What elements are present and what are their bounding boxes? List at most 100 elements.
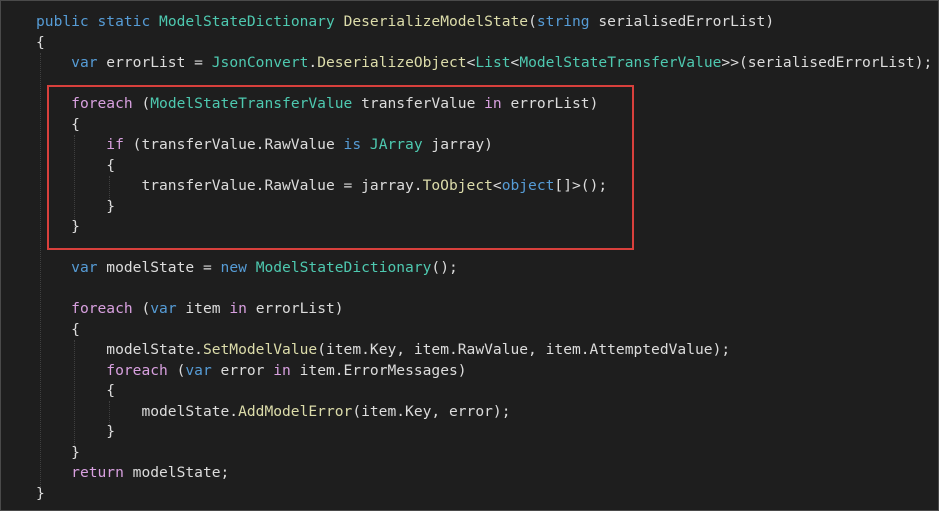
- code-token: (item.Key, error);: [352, 402, 511, 420]
- code-token: AddModelError: [238, 402, 353, 420]
- code-token: List: [475, 54, 511, 71]
- code-token: transferValue.RawValue = jarray.: [141, 177, 423, 194]
- code-token: {: [36, 33, 45, 51]
- code-token: (: [132, 95, 151, 112]
- code-token: (transferValue.RawValue: [123, 136, 344, 153]
- code-line[interactable]: }: [36, 422, 938, 443]
- code-token: modelState.: [106, 341, 203, 358]
- code-token: item: [176, 300, 230, 317]
- code-token: modelState =: [97, 259, 221, 276]
- code-line[interactable]: {: [36, 320, 938, 341]
- code-token: {: [71, 320, 80, 338]
- code-token: is: [343, 136, 362, 153]
- code-token: in: [229, 300, 247, 317]
- code-token: serialisedErrorList): [589, 13, 775, 30]
- code-token: errorList): [501, 95, 599, 112]
- code-token: DeserializeObject: [317, 54, 467, 71]
- code-token: var: [71, 54, 98, 71]
- code-token: foreach: [106, 361, 168, 379]
- code-token: modelState;: [123, 464, 230, 481]
- code-lines[interactable]: public static ModelStateDictionary Deser…: [36, 12, 938, 504]
- code-token: var: [71, 259, 98, 276]
- code-line[interactable]: }: [36, 484, 938, 505]
- code-token: object: [501, 177, 555, 194]
- code-token: }: [106, 423, 116, 440]
- code-token: string: [536, 13, 590, 30]
- code-token: DeserializeModelState: [343, 13, 529, 30]
- code-token: (: [167, 361, 186, 379]
- code-token: ModelStateTransferValue: [150, 95, 353, 112]
- code-token: []>();: [554, 177, 608, 194]
- code-line[interactable]: }: [36, 217, 938, 238]
- code-token: return: [71, 464, 124, 481]
- code-token: foreach: [71, 95, 133, 112]
- code-token: <: [492, 177, 502, 194]
- code-token: {: [106, 382, 116, 399]
- code-token: transferValue: [352, 95, 485, 112]
- code-line[interactable]: return modelState;: [36, 463, 938, 484]
- code-token: public: [36, 13, 89, 30]
- code-line[interactable]: }: [36, 197, 938, 218]
- code-line[interactable]: foreach (var item in errorList): [36, 299, 938, 320]
- code-line[interactable]: if (transferValue.RawValue is JArray jar…: [36, 135, 938, 156]
- code-line[interactable]: public static ModelStateDictionary Deser…: [36, 12, 938, 33]
- code-token: ModelStateDictionary: [255, 259, 432, 276]
- code-line[interactable]: var modelState = new ModelStateDictionar…: [36, 258, 938, 279]
- code-token: error: [211, 361, 274, 379]
- code-token: <: [510, 54, 520, 71]
- code-line[interactable]: {: [36, 115, 938, 136]
- code-line[interactable]: modelState.AddModelError(item.Key, error…: [36, 402, 938, 423]
- code-line[interactable]: foreach (ModelStateTransferValue transfe…: [36, 94, 938, 115]
- code-token: SetModelValue: [202, 341, 318, 358]
- code-token: }: [71, 218, 80, 235]
- code-token: var: [150, 300, 177, 317]
- code-token: foreach: [71, 300, 133, 317]
- code-token: item.ErrorMessages): [290, 361, 467, 379]
- code-token: {: [71, 115, 80, 133]
- code-token: JArray: [369, 136, 423, 153]
- code-token: new: [220, 259, 247, 276]
- code-token: in: [273, 361, 291, 379]
- code-line[interactable]: transferValue.RawValue = jarray.ToObject…: [36, 176, 938, 197]
- code-token: ();: [431, 259, 458, 276]
- code-line[interactable]: {: [36, 33, 938, 54]
- code-token: JsonConvert: [211, 54, 309, 71]
- code-token: ModelStateDictionary: [159, 13, 335, 30]
- code-line[interactable]: {: [36, 381, 938, 402]
- code-line[interactable]: [36, 74, 938, 95]
- code-line[interactable]: [36, 238, 938, 259]
- code-line[interactable]: var errorList = JsonConvert.DeserializeO…: [36, 53, 938, 74]
- code-token: errorList =: [97, 54, 212, 71]
- code-editor[interactable]: public static ModelStateDictionary Deser…: [0, 0, 939, 511]
- code-token: {: [106, 156, 116, 174]
- code-token: jarray): [422, 136, 493, 153]
- code-token: (: [132, 300, 151, 317]
- code-line[interactable]: }: [36, 443, 938, 464]
- code-token: modelState.: [141, 402, 239, 420]
- code-line[interactable]: foreach (var error in item.ErrorMessages…: [36, 361, 938, 382]
- code-line[interactable]: [36, 279, 938, 300]
- code-line[interactable]: {: [36, 156, 938, 177]
- code-token: }: [36, 484, 45, 502]
- code-line[interactable]: modelState.SetModelValue(item.Key, item.…: [36, 340, 938, 361]
